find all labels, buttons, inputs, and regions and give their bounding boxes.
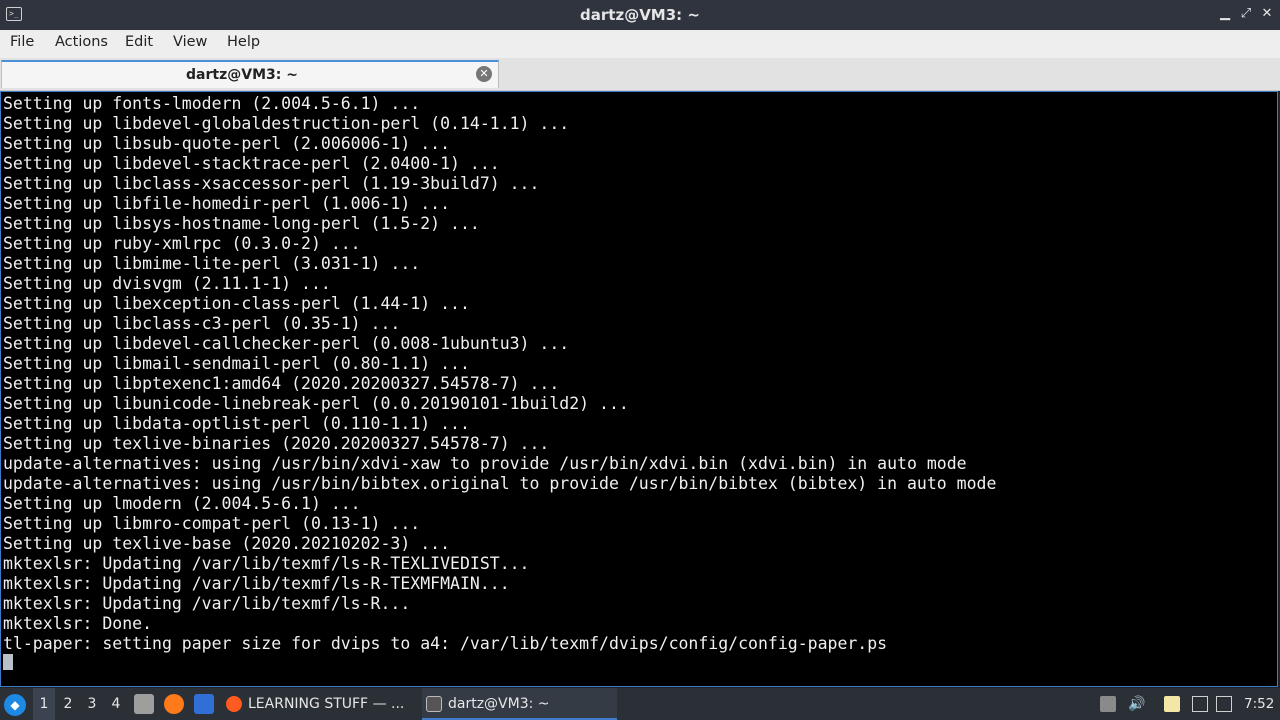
start-menu-icon[interactable]: ◆ [4, 694, 26, 716]
terminal-line: Setting up fonts-lmodern (2.004.5-6.1) .… [3, 94, 421, 113]
terminal-line: Setting up libdevel-stacktrace-perl (2.0… [3, 154, 500, 173]
terminal-line: Setting up libexception-class-perl (1.44… [3, 294, 470, 313]
terminal-line: Setting up libmail-sendmail-perl (0.80-1… [3, 354, 470, 373]
terminal-line: Setting up lmodern (2.004.5-6.1) ... [3, 494, 361, 513]
update-icon[interactable] [1216, 696, 1232, 712]
terminal-line: Setting up libsys-hostname-long-perl (1.… [3, 214, 480, 233]
task-terminal-label: dartz@VM3: ~ [448, 696, 550, 712]
terminal-line: Setting up dvisvgm (2.11.1-1) ... [3, 274, 331, 293]
window-titlebar[interactable]: >_ dartz@VM3: ~ ▁ ⤢ ✕ [0, 0, 1280, 30]
notes-icon[interactable] [1164, 696, 1180, 712]
minimize-button[interactable]: ▁ [1217, 6, 1233, 22]
file-manager-icon[interactable] [134, 694, 154, 714]
menu-bar: File Actions Edit View Help [0, 30, 1280, 58]
task-firefox[interactable]: LEARNING STUFF — ... [222, 688, 438, 720]
menu-edit[interactable]: Edit [125, 34, 153, 50]
menu-file[interactable]: File [10, 34, 34, 50]
workspace-3[interactable]: 3 [81, 688, 103, 720]
menu-help[interactable]: Help [227, 34, 260, 50]
desktop-icon[interactable] [194, 694, 214, 714]
terminal-line: Setting up libdevel-callchecker-perl (0.… [3, 334, 570, 353]
clock[interactable]: 7:52 [1244, 688, 1274, 720]
terminal-line: Setting up texlive-binaries (2020.202003… [3, 434, 550, 453]
firefox-icon [226, 696, 242, 712]
terminal-line: Setting up libclass-c3-perl (0.35-1) ... [3, 314, 401, 333]
tab-label: dartz@VM3: ~ [186, 67, 298, 83]
terminal-line: update-alternatives: using /usr/bin/xdvi… [3, 454, 967, 473]
terminal-line: Setting up libptexenc1:amd64 (2020.20200… [3, 374, 560, 393]
tab-close-icon[interactable]: ✕ [476, 66, 492, 82]
taskbar: ◆ 1 2 3 4 LEARNING STUFF — ... dartz@VM3… [0, 688, 1280, 720]
tab-bar: dartz@VM3: ~ ✕ [0, 58, 1280, 91]
terminal-line: Setting up ruby-xmlrpc (0.3.0-2) ... [3, 234, 361, 253]
terminal-line: Setting up libclass-xsaccessor-perl (1.1… [3, 174, 540, 193]
volume-icon[interactable]: 🔊 [1128, 696, 1145, 712]
menu-actions[interactable]: Actions [55, 34, 108, 50]
terminal-line: Setting up libdata-optlist-perl (0.110-1… [3, 414, 470, 433]
terminal-line: Setting up libdevel-globaldestruction-pe… [3, 114, 570, 133]
task-terminal[interactable]: dartz@VM3: ~ [422, 688, 617, 720]
terminal-line: mktexlsr: Updating /var/lib/texmf/ls-R..… [3, 594, 411, 613]
clipboard-icon[interactable] [1100, 696, 1116, 712]
terminal-line: Setting up libmro-compat-perl (0.13-1) .… [3, 514, 421, 533]
network-icon[interactable] [1192, 696, 1208, 712]
maximize-button[interactable]: ⤢ [1238, 6, 1254, 22]
terminal-line: Setting up texlive-base (2020.20210202-3… [3, 534, 451, 553]
terminal-line: mktexlsr: Updating /var/lib/texmf/ls-R-T… [3, 574, 510, 593]
text-cursor [3, 654, 13, 670]
terminal-line: tl-paper: setting paper size for dvips t… [3, 634, 888, 653]
terminal-lines: Setting up fonts-lmodern (2.004.5-6.1) .… [3, 94, 996, 654]
task-firefox-label: LEARNING STUFF — ... [248, 696, 405, 712]
window-title: dartz@VM3: ~ [580, 6, 700, 24]
menu-view[interactable]: View [173, 34, 207, 50]
terminal-line: update-alternatives: using /usr/bin/bibt… [3, 474, 997, 493]
tab-terminal[interactable]: dartz@VM3: ~ ✕ [1, 60, 499, 88]
terminal-line: mktexlsr: Done. [3, 614, 153, 633]
terminal-line: Setting up libunicode-linebreak-perl (0.… [3, 394, 629, 413]
terminal-line: Setting up libsub-quote-perl (2.006006-1… [3, 134, 451, 153]
workspace-2[interactable]: 2 [57, 688, 79, 720]
terminal-line: Setting up libmime-lite-perl (3.031-1) .… [3, 254, 421, 273]
workspace-1[interactable]: 1 [33, 688, 55, 720]
close-window-button[interactable]: ✕ [1259, 6, 1275, 22]
firefox-launcher-icon[interactable] [164, 694, 184, 714]
workspace-4[interactable]: 4 [105, 688, 127, 720]
terminal-line: mktexlsr: Updating /var/lib/texmf/ls-R-T… [3, 554, 530, 573]
terminal-line: Setting up libfile-homedir-perl (1.006-1… [3, 194, 451, 213]
terminal-icon [426, 696, 442, 712]
terminal-output[interactable]: Setting up fonts-lmodern (2.004.5-6.1) .… [0, 91, 1278, 687]
